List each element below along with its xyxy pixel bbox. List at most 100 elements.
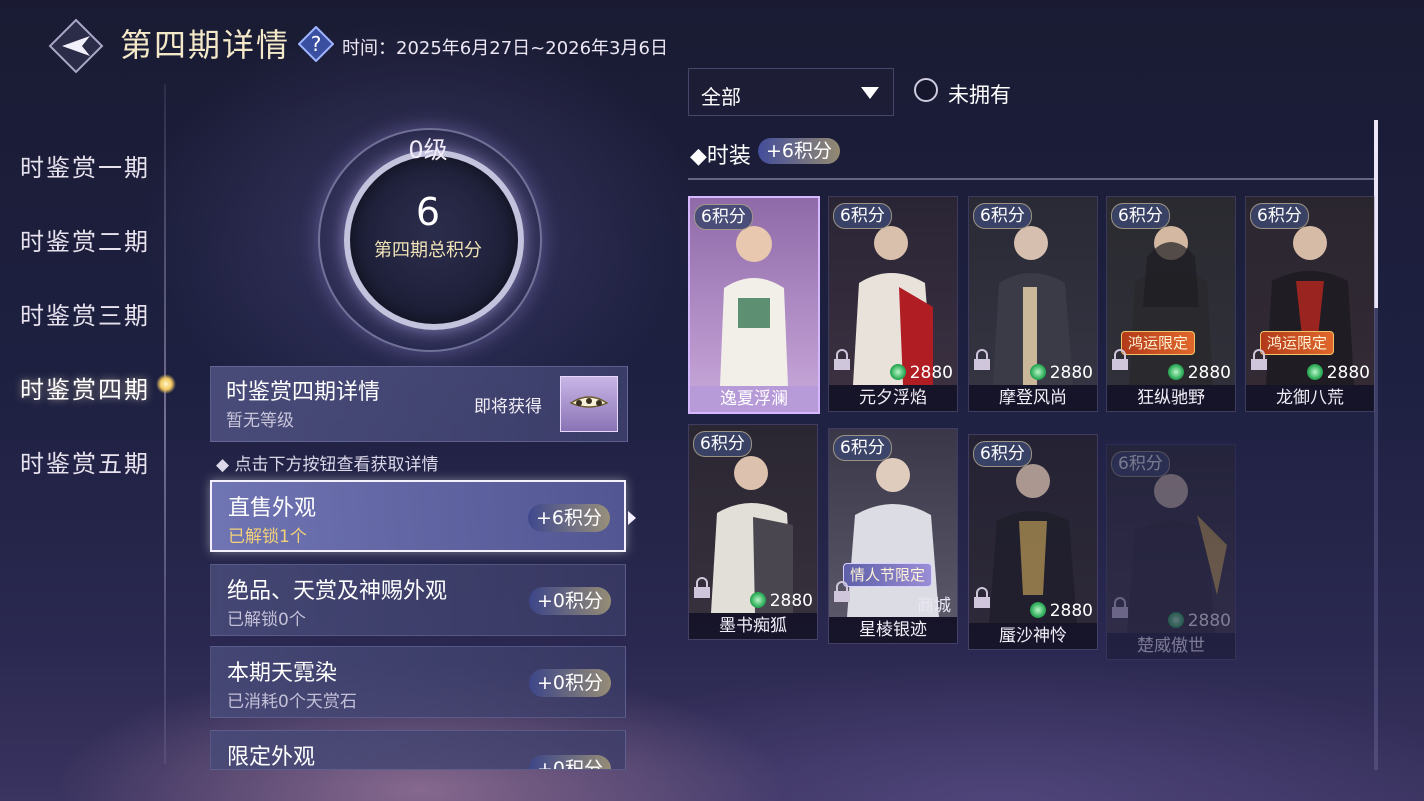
lock-icon — [834, 349, 850, 370]
section-title-text: 时装 — [706, 144, 751, 169]
shop-label: 商城 — [917, 596, 951, 616]
question-icon: ? — [297, 25, 335, 63]
hint-label: 点击下方按钮查看获取详情 — [234, 455, 439, 475]
jade-coin-icon — [1167, 612, 1184, 628]
card-name: 蜃沙神怜 — [969, 623, 1097, 649]
help-button[interactable]: ? — [297, 25, 335, 63]
outfit-card[interactable]: 6积分 鸿运限定 2880 龙御八荒 — [1245, 196, 1375, 412]
card-points: 6积分 — [973, 203, 1032, 229]
nav-item-period-3[interactable]: 时鉴赏三期 — [20, 296, 150, 331]
card-name: 星棱银迹 — [829, 617, 957, 643]
limited-tag: 鸿运限定 — [1260, 331, 1335, 355]
outfit-card[interactable]: 6积分 2880 楚威傲世 — [1106, 444, 1236, 660]
points-badge: +0积分 — [528, 669, 611, 697]
menu-direct-sale[interactable]: 直售外观 已解锁1个 +6积分 — [210, 480, 626, 552]
price-value: 2880 — [909, 363, 953, 383]
price-value: 2880 — [769, 591, 813, 611]
limited-tag: 鸿运限定 — [1121, 331, 1196, 355]
card-points: 6积分 — [833, 203, 892, 229]
outfit-card[interactable]: 6积分 2880 摩登风尚 — [968, 196, 1098, 412]
outfit-card[interactable]: 6积分 逸夏浮澜 — [688, 196, 820, 414]
nav-item-period-5[interactable]: 时鉴赏五期 — [20, 444, 150, 479]
category-dropdown[interactable]: 全部 — [688, 68, 894, 116]
card-price: 2880 — [749, 591, 813, 611]
detail-title: 时鉴赏四期详情 — [226, 380, 381, 405]
jade-coin-icon — [1306, 364, 1323, 380]
menu-subtitle: 已消耗0个天赏石 — [227, 692, 357, 712]
reward-ornament-icon — [569, 396, 609, 408]
outfit-card[interactable]: 6积分 2880 蜃沙神怜 — [968, 434, 1098, 650]
card-name: 元夕浮焰 — [829, 385, 957, 411]
card-points: 6积分 — [973, 441, 1032, 467]
section-divider — [688, 178, 1374, 180]
card-name: 楚威傲世 — [1107, 633, 1235, 659]
lock-icon — [1112, 349, 1128, 370]
card-name: 龙御八荒 — [1246, 385, 1374, 411]
nav-item-period-1[interactable]: 时鉴赏一期 — [20, 148, 150, 183]
outfit-card[interactable]: 6积分 2880 墨书痴狐 — [688, 424, 818, 640]
menu-subtitle: 已解锁0个 — [227, 610, 306, 630]
lock-icon — [694, 577, 710, 598]
card-price: 2880 — [1029, 601, 1093, 621]
price-value: 2880 — [1326, 363, 1370, 383]
caret-down-icon — [861, 87, 879, 99]
card-price: 2880 — [1306, 363, 1370, 383]
jade-coin-icon — [1167, 364, 1184, 380]
nav-item-period-2[interactable]: 时鉴赏二期 — [20, 222, 150, 257]
upcoming-reward-label: 即将获得 — [474, 397, 542, 417]
card-points: 6积分 — [694, 204, 753, 230]
jade-coin-icon — [889, 364, 906, 380]
nav-divider — [164, 84, 166, 764]
not-owned-label[interactable]: 未拥有 — [948, 79, 1011, 109]
lock-icon — [834, 581, 850, 602]
menu-title: 绝品、天赏及神赐外观 — [227, 579, 448, 604]
points-badge: +0积分 — [528, 587, 611, 615]
card-name: 逸夏浮澜 — [690, 386, 818, 412]
hint-text: ◆ 点击下方按钮查看获取详情 — [216, 455, 439, 475]
points-badge: +0积分 — [528, 755, 611, 769]
price-value: 2880 — [1187, 363, 1231, 383]
card-name: 摩登风尚 — [969, 385, 1097, 411]
card-price: 2880 — [889, 363, 953, 383]
menu-title: 直售外观 — [228, 496, 317, 521]
card-points: 6积分 — [1111, 203, 1170, 229]
menu-dye[interactable]: 本期天霓染 已消耗0个天赏石 +0积分 — [210, 646, 626, 718]
outfit-card[interactable]: 6积分 情人节限定 商城 星棱银迹 — [828, 428, 958, 644]
dropdown-value: 全部 — [701, 85, 741, 109]
card-name: 狂纵驰野 — [1107, 385, 1235, 411]
price-value: 2880 — [1049, 363, 1093, 383]
price-value: 2880 — [1187, 611, 1231, 631]
jade-coin-icon — [1029, 602, 1046, 618]
menu-premium-outfits[interactable]: 绝品、天赏及神赐外观 已解锁0个 +0积分 — [210, 564, 626, 636]
reward-item[interactable] — [560, 376, 618, 432]
menu-title: 限定外观 — [227, 745, 316, 770]
card-name: 墨书痴狐 — [689, 613, 817, 639]
card-points: 6积分 — [1250, 203, 1309, 229]
outfit-card[interactable]: 6积分 2880 元夕浮焰 — [828, 196, 958, 412]
card-points: 6积分 — [1111, 451, 1170, 477]
section-points-badge: +6积分 — [758, 138, 841, 164]
card-price: 2880 — [1167, 363, 1231, 383]
back-button[interactable] — [48, 18, 104, 74]
menu-limited-outfits[interactable]: 限定外观 +0积分 — [210, 730, 626, 770]
outfit-card[interactable]: 6积分 鸿运限定 2880 狂纵驰野 — [1106, 196, 1236, 412]
svg-text:?: ? — [311, 32, 322, 56]
period-text: 时间：2025年6月27日~2026年3月6日 — [342, 38, 668, 59]
nav-item-period-4[interactable]: 时鉴赏四期 — [20, 370, 150, 405]
page-title: 第四期详情 — [120, 26, 291, 64]
not-owned-radio[interactable] — [914, 78, 938, 102]
card-price: 2880 — [1167, 611, 1231, 631]
active-nav-marker — [156, 374, 176, 394]
points-badge: +6积分 — [527, 504, 610, 532]
card-points: 6积分 — [693, 431, 752, 457]
jade-coin-icon — [1029, 364, 1046, 380]
card-points: 6积分 — [833, 435, 892, 461]
total-points-label: 第四期总积分 — [374, 240, 482, 261]
menu-subtitle: 已解锁1个 — [228, 527, 307, 547]
level-text: 0级 — [408, 136, 448, 164]
back-arrow-icon — [48, 18, 104, 74]
card-price: 2880 — [1029, 363, 1093, 383]
menu-title: 本期天霓染 — [227, 661, 338, 686]
detail-level: 暂无等级 — [226, 411, 294, 431]
lock-icon — [974, 587, 990, 608]
